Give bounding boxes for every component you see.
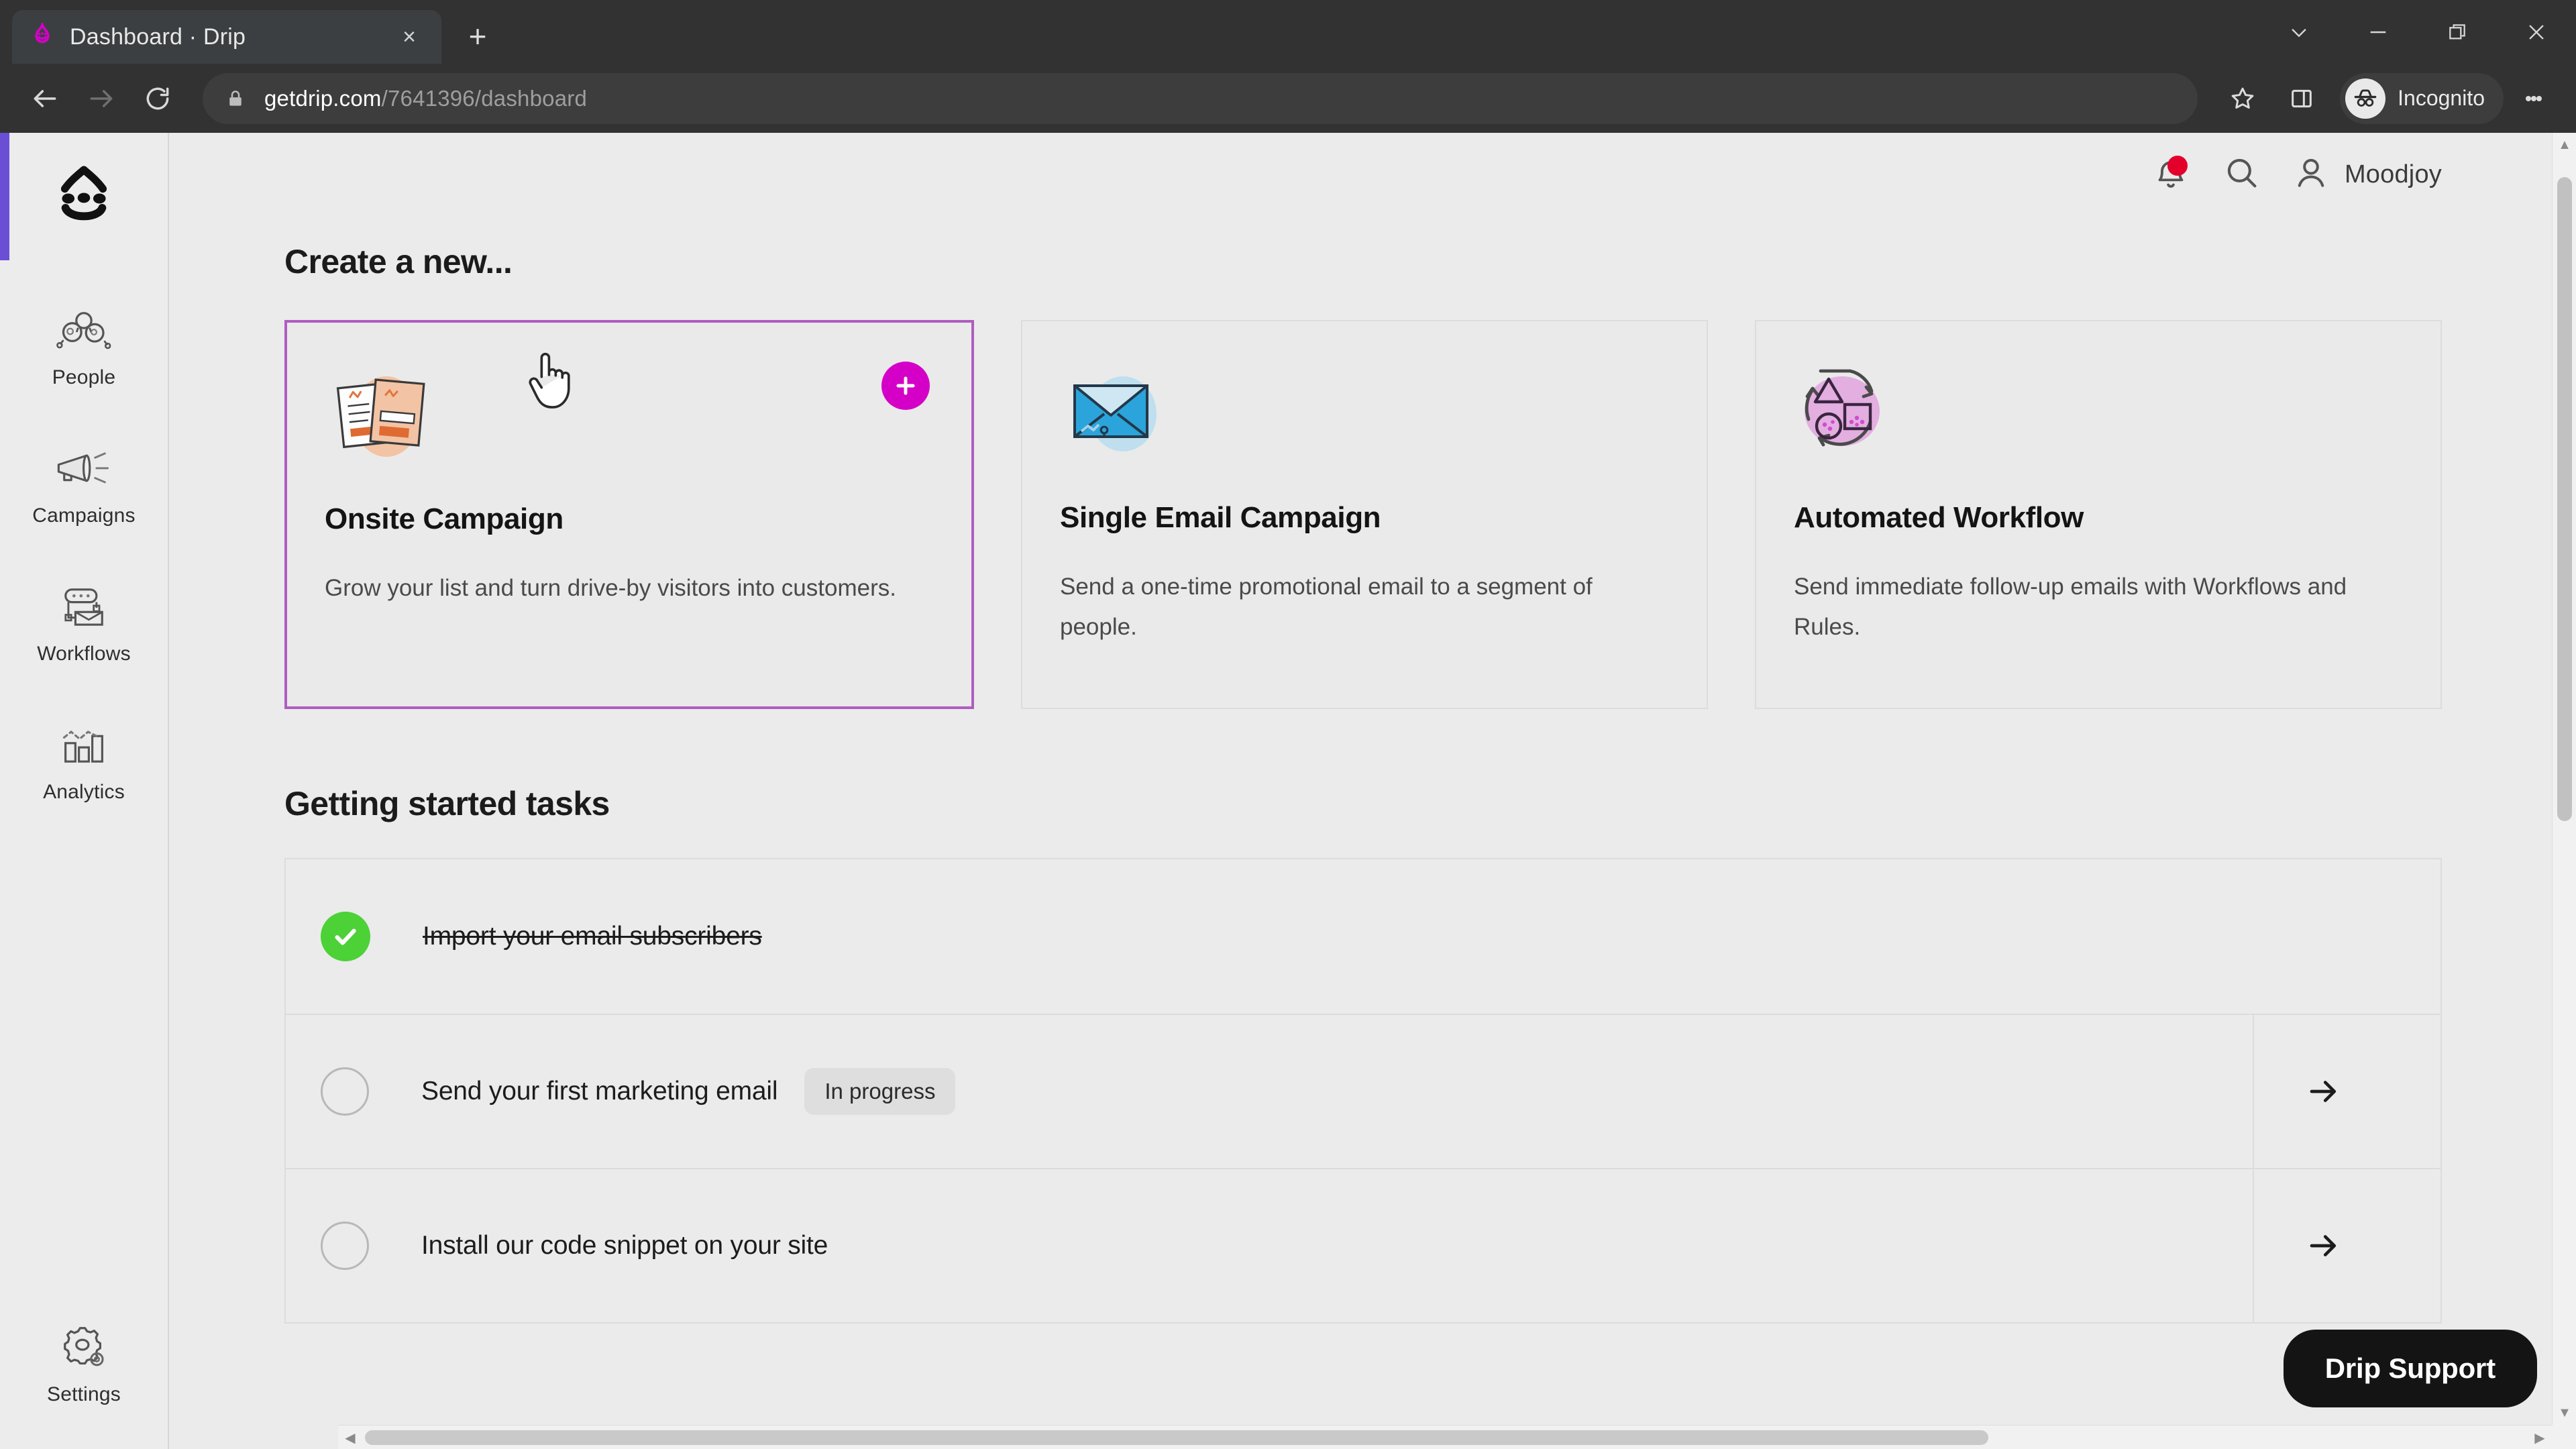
bell-icon[interactable] xyxy=(2150,154,2192,196)
star-icon[interactable] xyxy=(2216,72,2269,125)
url-path: /7641396/dashboard xyxy=(381,85,587,111)
drip-logo-icon xyxy=(27,21,58,52)
card-title: Single Email Campaign xyxy=(1060,501,1381,534)
horizontal-scroll-thumb[interactable] xyxy=(365,1430,1988,1445)
check-circle-icon[interactable] xyxy=(321,912,370,961)
sidebar-item-settings[interactable]: Settings xyxy=(0,1303,168,1411)
megaphone-icon xyxy=(48,441,120,498)
tab-strip: Dashboard · Drip × + xyxy=(0,0,2576,64)
incognito-profile-chip[interactable]: Incognito xyxy=(2340,72,2504,124)
url-host: getdrip.com xyxy=(264,85,382,111)
scrollbar-corner xyxy=(2552,1425,2576,1449)
forward-arrow-icon[interactable] xyxy=(75,72,127,125)
horizontal-scrollbar[interactable]: ◀ ▶ xyxy=(338,1425,2576,1449)
sidebar-item-campaigns[interactable]: Campaigns xyxy=(0,424,168,533)
incognito-label: Incognito xyxy=(2398,86,2485,110)
envelope-illustration-icon xyxy=(1060,363,1181,464)
task-label: Send your first marketing email xyxy=(421,1077,778,1106)
account-name: Moodjoy xyxy=(2344,160,2442,189)
tasks-section-title: Getting started tasks xyxy=(284,785,610,822)
app-header: Moodjoy xyxy=(169,133,2576,217)
tab-close-icon[interactable]: × xyxy=(392,19,427,54)
minimize-button[interactable] xyxy=(2339,0,2418,64)
address-bar[interactable]: getdrip.com/7641396/dashboard xyxy=(203,72,2198,124)
notification-badge-dot xyxy=(2167,155,2188,176)
window-controls xyxy=(2259,0,2576,64)
new-tab-button[interactable]: + xyxy=(456,15,499,58)
sidebar-item-label: Workflows xyxy=(37,643,131,665)
onsite-campaign-illustration-icon xyxy=(325,352,570,465)
gear-icon xyxy=(48,1320,120,1377)
url-text: getdrip.com/7641396/dashboard xyxy=(264,86,587,111)
empty-circle-icon[interactable] xyxy=(321,1222,369,1270)
card-description: Grow your list and turn drive-by visitor… xyxy=(325,575,896,601)
sidebar-item-workflows[interactable]: Workflows xyxy=(0,562,168,671)
task-row[interactable]: Install our code snippet on your site xyxy=(286,1168,2440,1322)
task-row[interactable]: Send your first marketing email In progr… xyxy=(286,1014,2440,1168)
page-content: Moodjoy Create a new... Onsite Campaign … xyxy=(169,133,2576,1449)
card-title: Automated Workflow xyxy=(1794,501,2084,534)
sidebar-item-people[interactable]: People xyxy=(0,286,168,394)
sidebar-item-analytics[interactable]: Analytics xyxy=(0,700,168,809)
side-panel-icon[interactable] xyxy=(2275,72,2328,125)
tab-title: Dashboard · Drip xyxy=(70,23,246,50)
create-card-onsite-campaign[interactable]: Onsite Campaign Grow your list and turn … xyxy=(284,320,974,709)
task-label: Install our code snippet on your site xyxy=(421,1231,828,1260)
app-sidebar: People Campaigns Workflows Analytics Set… xyxy=(0,133,169,1449)
sidebar-item-label: Analytics xyxy=(43,781,125,803)
sidebar-item-label: People xyxy=(52,366,116,388)
bar-chart-icon xyxy=(48,718,120,774)
maximize-restore-button[interactable] xyxy=(2418,0,2497,64)
browser-tab[interactable]: Dashboard · Drip × xyxy=(12,10,441,64)
shapes-cycle-illustration-icon xyxy=(1794,363,1915,464)
dashboard-body: Create a new... Onsite Campaign Grow you… xyxy=(169,217,2576,1324)
vertical-scrollbar[interactable]: ▲ ▼ xyxy=(2552,133,2576,1425)
browser-window: Dashboard · Drip × + getdrip.com/7641396… xyxy=(0,0,2576,1449)
create-card-automated-workflow[interactable]: Automated Workflow Send immediate follow… xyxy=(1755,320,2442,709)
create-card-single-email-campaign[interactable]: Single Email Campaign Send a one-time pr… xyxy=(1021,320,1708,709)
getting-started-tasks-panel: Import your email subscribers Send your … xyxy=(284,858,2442,1324)
scroll-down-arrow-icon[interactable]: ▼ xyxy=(2553,1401,2576,1425)
vertical-scroll-thumb[interactable] xyxy=(2557,177,2572,821)
sidebar-item-label: Settings xyxy=(47,1383,121,1405)
scroll-up-arrow-icon[interactable]: ▲ xyxy=(2553,133,2576,157)
tab-search-chevron-icon[interactable] xyxy=(2259,0,2339,64)
page-title: Create a new... xyxy=(284,243,513,280)
card-title: Onsite Campaign xyxy=(325,502,564,535)
people-icon xyxy=(48,303,120,360)
sidebar-accent-bar xyxy=(0,133,9,260)
task-label: Import your email subscribers xyxy=(423,922,762,951)
incognito-icon xyxy=(2345,78,2386,119)
empty-circle-icon[interactable] xyxy=(321,1067,369,1116)
close-window-button[interactable] xyxy=(2497,0,2576,64)
lock-icon xyxy=(224,87,247,110)
add-onsite-campaign-button[interactable] xyxy=(881,362,930,410)
reload-arrow-icon[interactable] xyxy=(131,72,184,125)
task-go-arrow-icon[interactable] xyxy=(2253,1169,2394,1322)
status-badge: In progress xyxy=(804,1068,956,1115)
mouse-cursor-pointer-icon xyxy=(526,350,573,414)
three-dot-menu-icon[interactable] xyxy=(2510,72,2557,125)
drip-brand-logo-icon[interactable] xyxy=(34,142,134,256)
search-icon[interactable] xyxy=(2222,154,2261,196)
toolbar-actions: Incognito xyxy=(2216,72,2557,125)
page-viewport: People Campaigns Workflows Analytics Set… xyxy=(0,133,2576,1449)
browser-toolbar: getdrip.com/7641396/dashboard Incognito xyxy=(0,64,2576,133)
card-description: Send a one-time promotional email to a s… xyxy=(1060,574,1593,641)
task-go-arrow-icon[interactable] xyxy=(2253,1015,2394,1168)
scroll-right-arrow-icon[interactable]: ▶ xyxy=(2528,1426,2552,1449)
scroll-left-arrow-icon[interactable]: ◀ xyxy=(338,1426,362,1449)
card-description: Send immediate follow-up emails with Wor… xyxy=(1794,574,2347,641)
user-icon xyxy=(2292,154,2330,195)
workflow-icon xyxy=(48,580,120,636)
task-row[interactable]: Import your email subscribers xyxy=(286,859,2440,1014)
back-arrow-icon[interactable] xyxy=(19,72,71,125)
sidebar-item-label: Campaigns xyxy=(32,504,136,527)
account-menu[interactable]: Moodjoy xyxy=(2292,154,2442,195)
drip-support-button[interactable]: Drip Support xyxy=(2283,1330,2537,1407)
create-card-row: Onsite Campaign Grow your list and turn … xyxy=(284,320,2442,709)
